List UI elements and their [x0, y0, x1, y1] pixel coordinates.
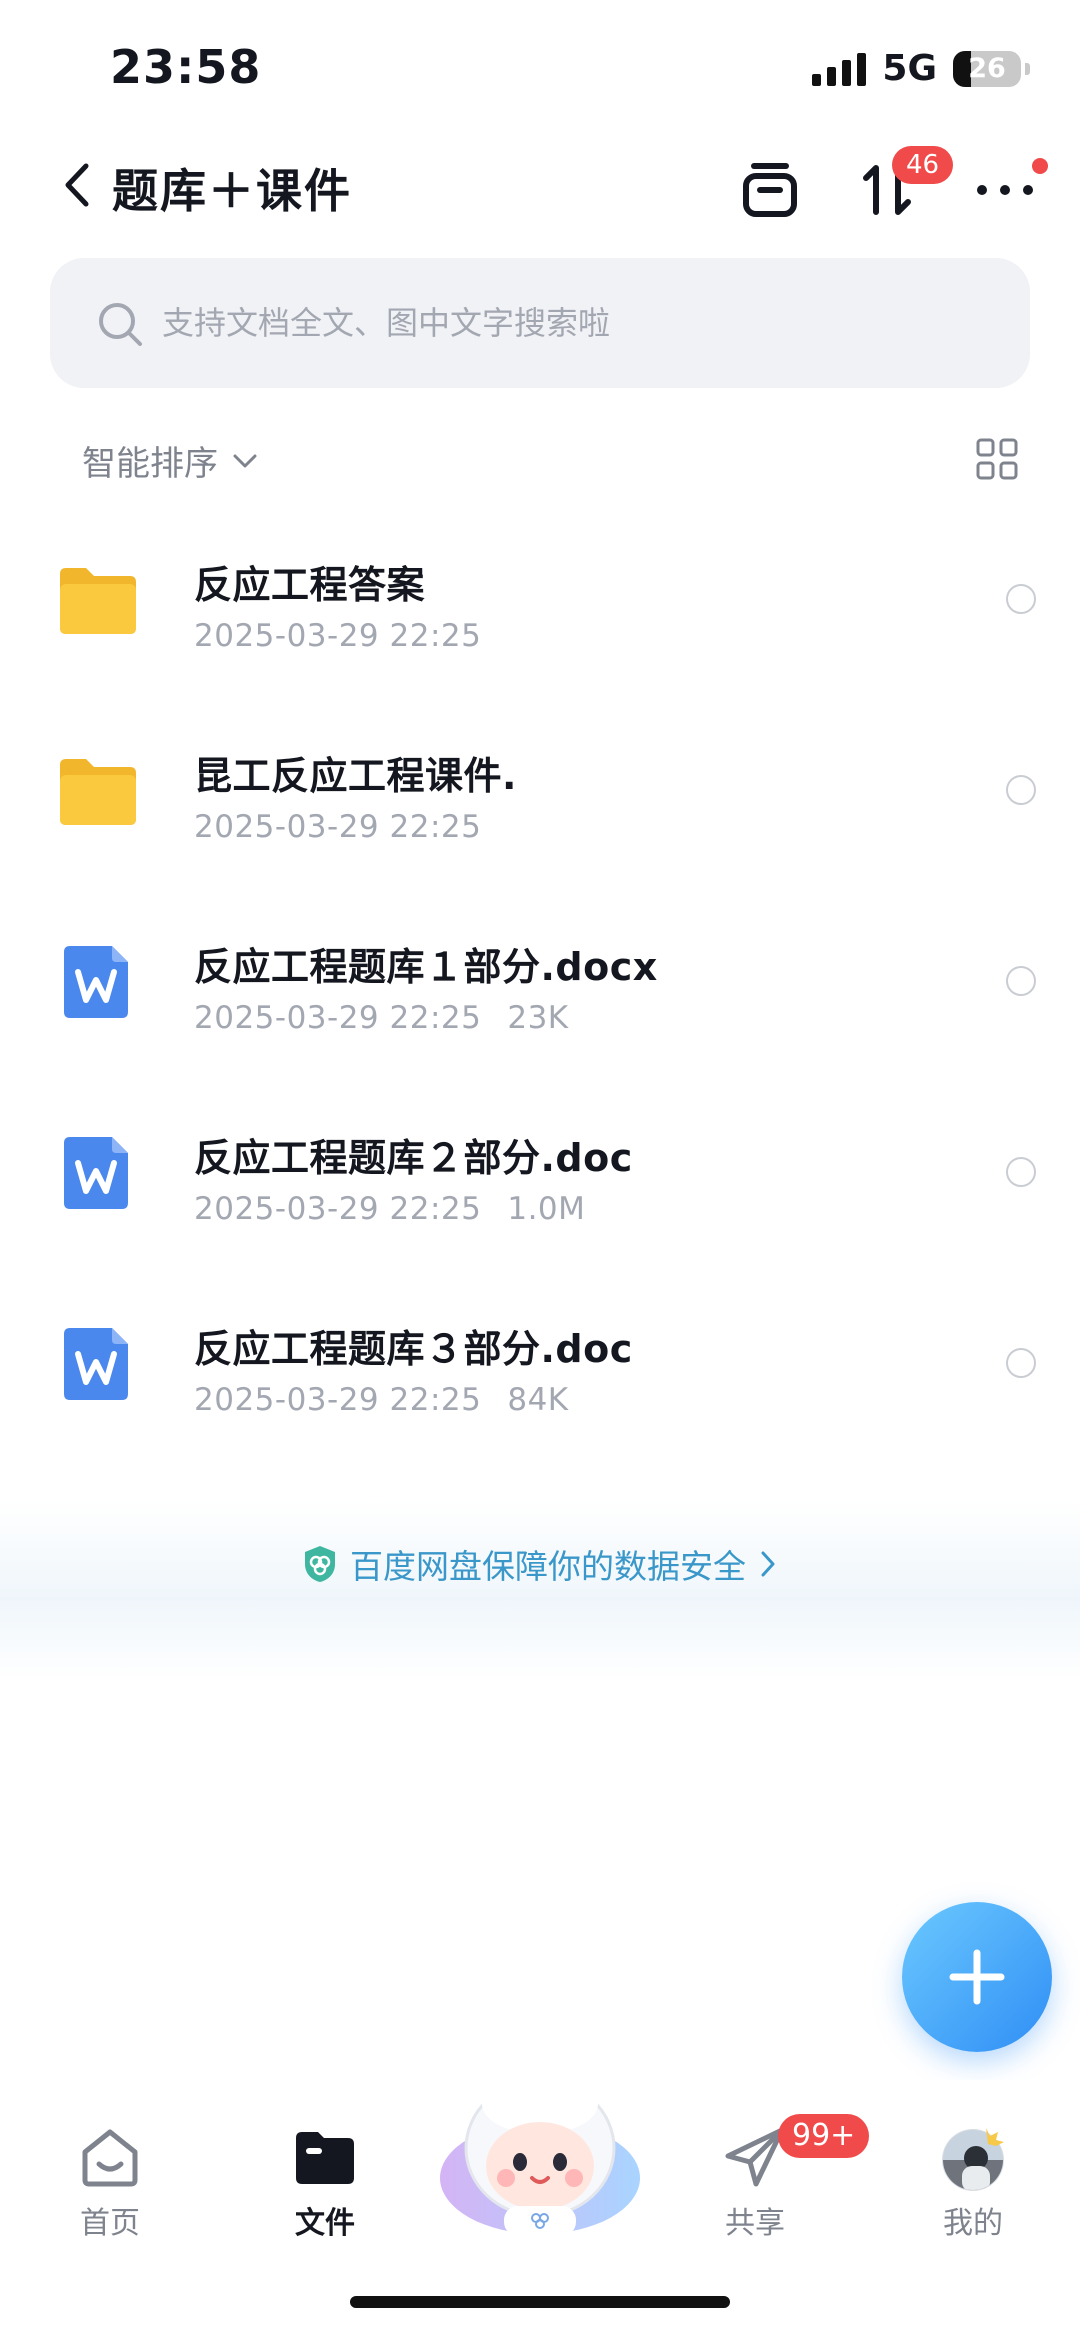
home-indicator [350, 2296, 730, 2308]
file-meta: 2025-03-29 22:25 23K [194, 1000, 569, 1036]
plus-icon [949, 1949, 1005, 2005]
word-document-icon [64, 1328, 128, 1400]
transfer-count-badge: 46 [892, 146, 954, 184]
notification-dot [1032, 158, 1048, 174]
tab-files[interactable]: 文件 [250, 2080, 400, 2242]
sort-label: 智能排序 [82, 444, 218, 484]
battery-percent: 26 [968, 52, 1006, 84]
file-meta: 2025-03-29 22:25 [194, 618, 481, 654]
network-type: 5G [882, 48, 937, 89]
chevron-down-icon [233, 454, 257, 467]
file-row[interactable]: 反应工程题库３部分.doc 2025-03-29 22:25 84K [0, 1276, 1080, 1466]
select-radio[interactable] [1006, 1157, 1036, 1187]
file-row[interactable]: 反应工程题库１部分.docx 2025-03-29 22:25 23K [0, 894, 1080, 1084]
home-icon [82, 2129, 138, 2187]
chevron-right-icon [761, 1551, 775, 1577]
search-placeholder[interactable]: 支持文档全文、图中文字搜索啦 [162, 300, 610, 346]
file-meta: 2025-03-29 22:25 [194, 809, 481, 845]
file-date: 2025-03-29 22:25 [194, 1000, 482, 1036]
file-meta: 2025-03-29 22:25 84K [194, 1382, 569, 1418]
more-options-icon[interactable] [972, 160, 1038, 220]
battery-icon: 26 [953, 50, 1021, 87]
cellular-signal-icon [812, 52, 867, 86]
file-row[interactable]: 昆工反应工程课件. 2025-03-29 22:25 [0, 703, 1080, 893]
tab-assistant[interactable] [440, 2074, 640, 2246]
tab-share[interactable]: 共享 [680, 2080, 830, 2242]
security-text: 百度网盘保障你的数据安全 [350, 1547, 746, 1586]
status-time: 23:58 [110, 40, 262, 94]
battery-tip [1025, 62, 1030, 75]
folder-icon [60, 568, 136, 634]
tab-home[interactable]: 首页 [35, 2080, 185, 2242]
file-name: 反应工程题库１部分.docx [194, 945, 658, 989]
tab-me-label: 我的 [943, 2206, 1003, 2241]
file-size: 23K [507, 1000, 569, 1036]
add-button[interactable] [902, 1902, 1052, 2052]
select-radio[interactable] [1006, 966, 1036, 996]
file-row[interactable]: 反应工程答案 2025-03-29 22:25 [0, 512, 1080, 702]
file-date: 2025-03-29 22:25 [194, 809, 482, 845]
assistant-mascot-icon [440, 2074, 640, 2236]
select-radio[interactable] [1006, 1348, 1036, 1378]
tab-home-label: 首页 [80, 2206, 140, 2241]
search-icon [99, 303, 142, 346]
tab-files-label: 文件 [295, 2206, 355, 2241]
file-date: 2025-03-29 22:25 [194, 1191, 482, 1227]
sort-dropdown[interactable]: 智能排序 [82, 436, 258, 485]
avatar [942, 2128, 1004, 2191]
word-document-icon [64, 946, 128, 1018]
folder-icon [60, 759, 136, 825]
file-name: 反应工程题库２部分.doc [194, 1136, 633, 1180]
page-title: 题库＋课件 [112, 164, 352, 218]
shield-icon [305, 1546, 335, 1582]
security-banner-background [0, 1500, 1080, 1680]
select-radio[interactable] [1006, 775, 1036, 805]
folder-icon [296, 2132, 354, 2184]
back-arrow-icon[interactable] [58, 160, 98, 210]
file-date: 2025-03-29 22:25 [194, 1382, 482, 1418]
file-name: 反应工程答案 [194, 563, 426, 607]
recycle-box-icon[interactable] [740, 160, 800, 220]
file-size: 1.0M [507, 1191, 586, 1227]
file-size: 84K [507, 1382, 569, 1418]
status-indicators: 5G 26 [812, 48, 1030, 89]
tab-share-label: 共享 [725, 2206, 785, 2241]
file-name: 昆工反应工程课件. [194, 754, 517, 798]
tab-me[interactable]: 我的 [898, 2080, 1048, 2242]
select-radio[interactable] [1006, 584, 1036, 614]
word-document-icon [64, 1137, 128, 1209]
security-banner[interactable]: 百度网盘保障你的数据安全 [0, 1540, 1080, 1588]
grid-view-icon[interactable] [976, 438, 1018, 480]
file-row[interactable]: 反应工程题库２部分.doc 2025-03-29 22:25 1.0M [0, 1085, 1080, 1275]
file-name: 反应工程题库３部分.doc [194, 1327, 633, 1371]
share-badge: 99+ [778, 2114, 870, 2158]
file-date: 2025-03-29 22:25 [194, 618, 482, 654]
file-meta: 2025-03-29 22:25 1.0M [194, 1191, 585, 1227]
